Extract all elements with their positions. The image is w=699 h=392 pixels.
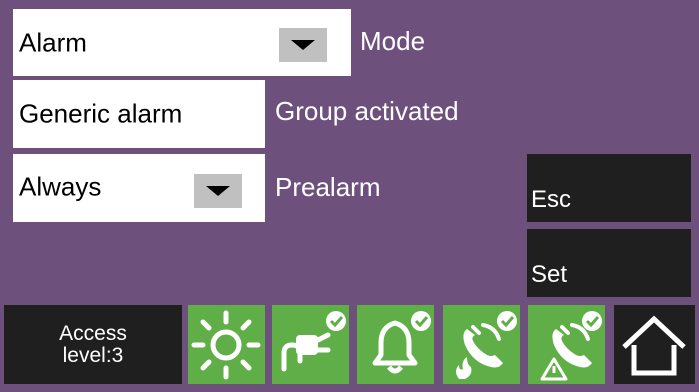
phone-fire-icon <box>456 311 517 379</box>
set-label: Set <box>531 261 568 288</box>
chevron-down-icon <box>206 186 230 196</box>
prealarm-dropdown[interactable]: Always <box>13 154 265 222</box>
set-button[interactable]: Set <box>527 229 691 297</box>
fire-call-status-button[interactable] <box>443 305 520 384</box>
access-label: Access <box>59 321 127 345</box>
prealarm-label: Prealarm <box>275 172 381 202</box>
mode-value: Alarm <box>19 27 87 57</box>
mode-label: Mode <box>360 26 426 56</box>
esc-label: Esc <box>531 186 572 213</box>
chevron-down-icon <box>291 40 315 50</box>
access-level-value: level:3 <box>62 343 124 367</box>
home-icon <box>622 315 686 376</box>
esc-button[interactable]: Esc <box>527 154 691 222</box>
access-level-indicator: Access level:3 <box>4 305 182 384</box>
sun-icon <box>191 310 261 380</box>
bell-status-button[interactable] <box>357 305 434 384</box>
power-plug-icon <box>281 311 346 372</box>
sun-status-button[interactable] <box>188 305 265 384</box>
bell-icon <box>372 311 431 374</box>
prealarm-value: Always <box>19 171 102 202</box>
prealarm-dropdown-button[interactable] <box>194 174 242 208</box>
group-value: Generic alarm <box>19 98 183 129</box>
group-field[interactable]: Generic alarm <box>13 80 265 148</box>
home-button[interactable] <box>614 305 695 384</box>
phone-warning-icon <box>540 311 602 381</box>
mode-dropdown[interactable]: Alarm <box>13 9 351 76</box>
mode-dropdown-button[interactable] <box>279 28 327 62</box>
group-label: Group activated <box>275 96 459 126</box>
fault-call-status-button[interactable] <box>528 305 605 384</box>
power-status-button[interactable] <box>272 305 349 384</box>
